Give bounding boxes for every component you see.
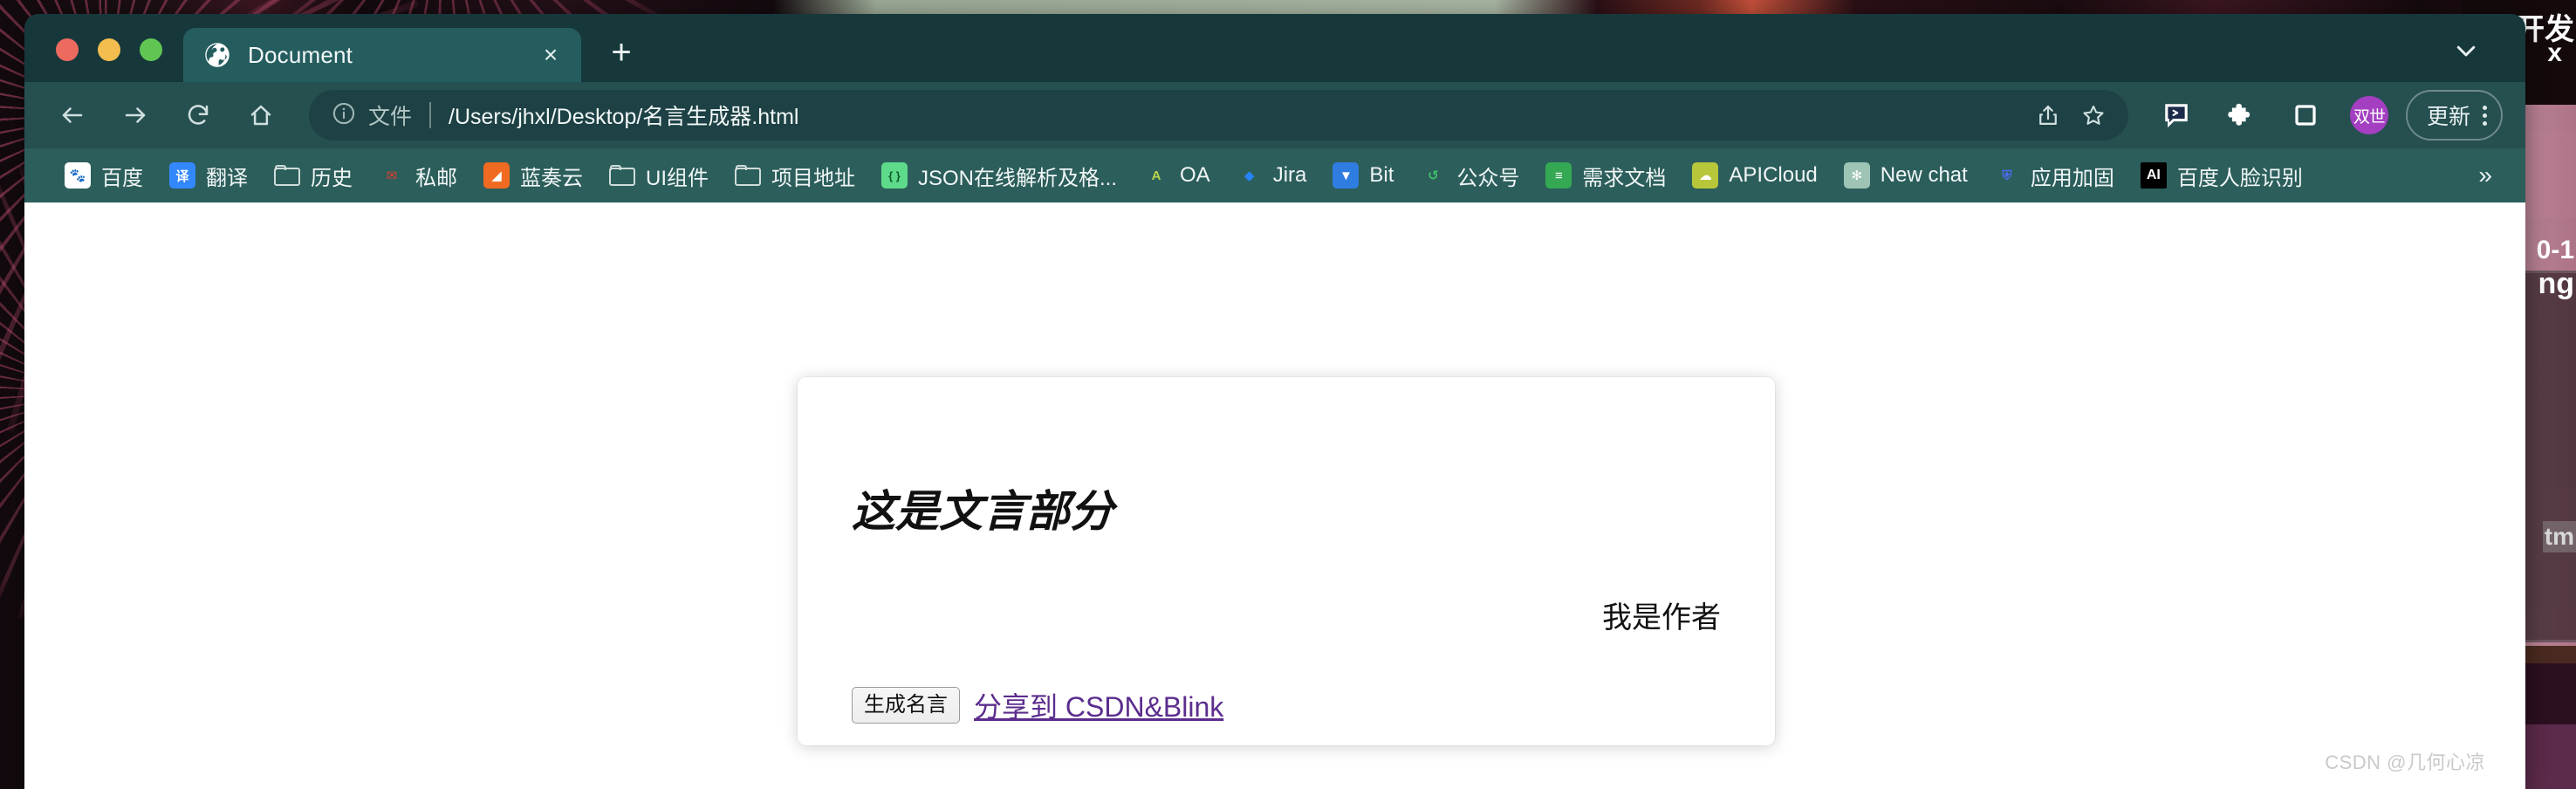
- bookmark-item[interactable]: ✉ 私邮: [368, 155, 468, 196]
- toolbar-right-actions: 双世 更新: [2137, 90, 2503, 141]
- bookmark-item[interactable]: ▼ Bit: [1322, 157, 1404, 194]
- quote-card: 这是文言部分 我是作者 生成名言 分享到 CSDN&Blink: [798, 377, 1775, 745]
- close-window-button[interactable]: [56, 38, 79, 61]
- update-button-label: 更新: [2426, 105, 2470, 129]
- bookmark-item[interactable]: ◢ 蓝奏云: [473, 155, 593, 196]
- bookmark-item[interactable]: 🐾 百度: [54, 155, 154, 196]
- background-text-fragment: ng: [2538, 267, 2574, 300]
- chevron-down-icon[interactable]: [2442, 26, 2490, 75]
- page-viewport: 这是文言部分 我是作者 生成名言 分享到 CSDN&Blink CSDN @几何…: [24, 202, 2525, 789]
- bookmarks-overflow-button[interactable]: »: [2464, 158, 2506, 193]
- minimize-window-button[interactable]: [98, 38, 120, 61]
- maximize-window-button[interactable]: [140, 38, 162, 61]
- window-traffic-lights: [24, 38, 183, 82]
- quote-author: 我是作者: [1602, 601, 1721, 635]
- lanzou-icon: ◢: [483, 162, 510, 189]
- bookmark-label: JSON在线解析及格...: [918, 166, 1118, 190]
- bookmark-item[interactable]: A OA: [1133, 157, 1221, 194]
- bookmark-item[interactable]: 译翻译: [159, 155, 258, 196]
- omnibox-divider: [429, 102, 432, 128]
- bookmark-label: 项目地址: [771, 166, 855, 190]
- bookmark-item[interactable]: 项目地址: [724, 155, 866, 196]
- bookmark-label: 翻译: [206, 166, 248, 190]
- close-icon[interactable]: ×: [536, 40, 565, 70]
- generate-quote-button[interactable]: 生成名言: [852, 686, 960, 724]
- globe-icon: [204, 42, 230, 68]
- address-bar[interactable]: 文件 /Users/jhxl/Desktop/名言生成器.html: [309, 90, 2128, 141]
- bookmarks-bar: 🐾 百度译翻译 历史 ✉ 私邮 ◢ 蓝奏云 UI组件 项目地址{ } JSON在线解析及格... A…: [24, 148, 2525, 202]
- tab-strip: Document × +: [24, 14, 2525, 82]
- star-icon[interactable]: [2071, 93, 2116, 138]
- json-icon: { }: [881, 162, 908, 189]
- watermark-text: CSDN @几何心凉: [2325, 751, 2485, 773]
- side-panel-icon[interactable]: [2280, 90, 2331, 141]
- back-arrow-icon[interactable]: [47, 90, 98, 141]
- forward-arrow-icon[interactable]: [110, 90, 161, 141]
- info-circle-icon[interactable]: [332, 101, 356, 130]
- bookmark-item[interactable]: ↺ 公众号: [1409, 155, 1530, 196]
- avatar[interactable]: 双世: [2349, 96, 2388, 134]
- url-text: /Users/jhxl/Desktop/名言生成器.html: [449, 105, 799, 129]
- chat-extension-icon[interactable]: [2151, 90, 2202, 141]
- browser-tab-document[interactable]: Document ×: [183, 28, 581, 82]
- baidu-paw-icon: 🐾: [65, 162, 91, 189]
- bookmark-label: Jira: [1272, 163, 1307, 187]
- bookmark-label: 需求文档: [1582, 166, 1667, 190]
- bookmark-item[interactable]: 历史: [264, 155, 363, 196]
- bookmark-label: 应用加固: [2030, 166, 2114, 190]
- ai-icon: AI: [2140, 162, 2167, 189]
- bookmark-label: New chat: [1880, 163, 1968, 187]
- bookmark-item[interactable]: ◆ Jira: [1226, 157, 1318, 194]
- bookmark-label: 公众号: [1456, 166, 1520, 190]
- bookmark-label: 历史: [311, 166, 353, 190]
- share-icon[interactable]: [2025, 93, 2071, 138]
- bookmark-label: 百度人脸识别: [2176, 166, 2303, 190]
- bookmark-label: APICloud: [1729, 163, 1818, 187]
- bookmark-label: 蓝奏云: [520, 166, 583, 190]
- background-text-fragment: 0-1: [2536, 236, 2574, 264]
- update-button[interactable]: 更新: [2405, 90, 2503, 141]
- bookmark-item[interactable]: ✻ New chat: [1833, 157, 1978, 194]
- card-actions: 生成名言 分享到 CSDN&Blink: [852, 685, 1721, 725]
- quote-text: 这是文言部分: [852, 487, 1113, 536]
- mail-icon: ✉: [379, 162, 405, 189]
- bookmark-item[interactable]: AI 百度人脸识别: [2130, 155, 2313, 196]
- tab-title: Document: [248, 41, 353, 68]
- shield-check-icon: ⛨: [1993, 162, 2020, 189]
- bit-icon: ▼: [1333, 162, 1360, 189]
- openai-icon: ✻: [1843, 162, 1870, 189]
- reload-icon[interactable]: [173, 90, 223, 141]
- background-text-fragment: tm: [2542, 521, 2576, 552]
- browser-toolbar: 文件 /Users/jhxl/Desktop/名言生成器.html 双世 更新: [24, 82, 2525, 148]
- oa-icon: A: [1143, 162, 1170, 189]
- bookmark-item[interactable]: { } JSON在线解析及格...: [871, 155, 1127, 196]
- bookmark-item[interactable]: UI组件: [599, 155, 719, 196]
- puzzle-icon[interactable]: [2216, 90, 2266, 141]
- bookmark-item[interactable]: ☁ APICloud: [1682, 157, 1827, 194]
- wechat-mp-icon: ↺: [1420, 162, 1447, 189]
- jira-icon: ◆: [1236, 162, 1263, 189]
- apicloud-icon: ☁: [1692, 162, 1719, 189]
- browser-window: Document × + 文件 /Users/jhxl/Desktop/名言生成…: [24, 14, 2525, 789]
- bookmark-label: Bit: [1369, 163, 1394, 187]
- folder-icon: [609, 162, 635, 189]
- bookmark-item[interactable]: ⛨ 应用加固: [1983, 155, 2125, 196]
- translate-icon: 译: [169, 162, 195, 189]
- bookmark-item[interactable]: ≡ 需求文档: [1535, 155, 1676, 196]
- bookmark-label: OA: [1180, 163, 1210, 187]
- kebab-menu-icon[interactable]: [2483, 105, 2492, 126]
- folder-icon: [735, 162, 761, 189]
- home-icon[interactable]: [236, 90, 286, 141]
- folder-icon: [274, 162, 300, 189]
- bookmark-label: UI组件: [646, 166, 709, 190]
- sheets-icon: ≡: [1545, 162, 1572, 189]
- background-text-fragment: x: [2547, 38, 2562, 67]
- share-to-csdn-blink-link[interactable]: 分享到 CSDN&Blink: [974, 685, 1223, 725]
- new-tab-button[interactable]: +: [597, 28, 646, 77]
- bookmark-label: 私邮: [415, 166, 457, 190]
- bookmark-label: 百度: [101, 166, 143, 190]
- url-scheme-label: 文件: [368, 105, 413, 129]
